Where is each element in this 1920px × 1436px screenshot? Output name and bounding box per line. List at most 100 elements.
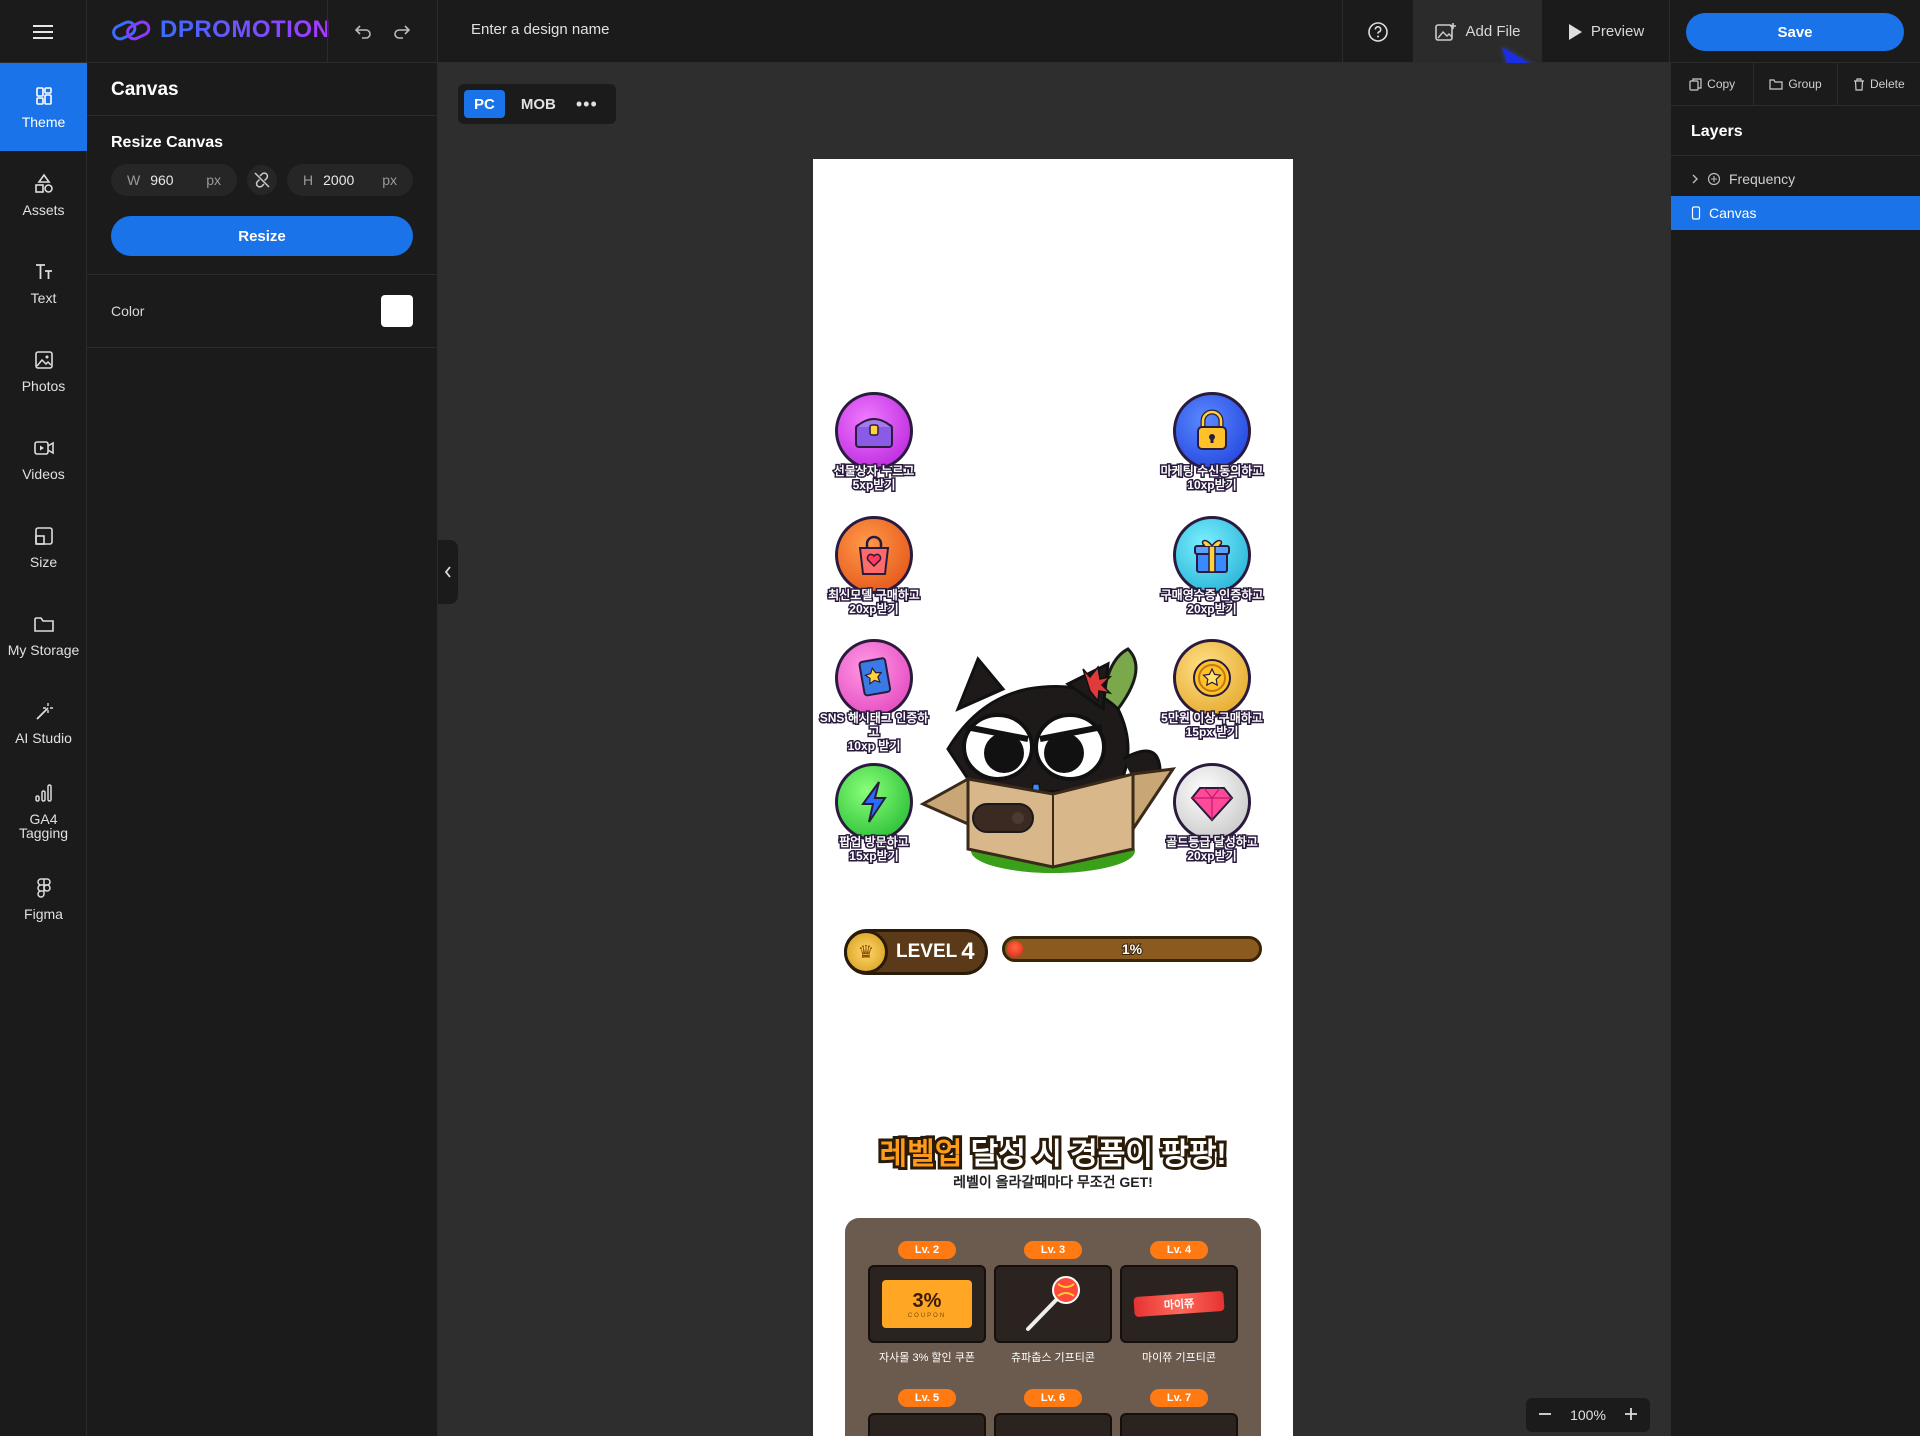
rail-item-assets[interactable]: Assets [0, 151, 87, 239]
color-row: Color [111, 293, 413, 329]
copy-icon [1689, 77, 1702, 91]
prize-item[interactable]: Lv. 6 [994, 1389, 1112, 1436]
plus-icon [1625, 1407, 1637, 1420]
prize-item[interactable]: Lv. 3 츄파춥스 기프티콘 [994, 1241, 1112, 1365]
level-label: LEVEL [896, 941, 958, 962]
resize-button[interactable]: Resize [111, 216, 413, 256]
prize-card [868, 1413, 986, 1436]
cat-in-box-illustration [919, 647, 1177, 873]
reward-caption-line: 5xp받기 [851, 477, 897, 494]
delete-button[interactable]: Delete [1838, 63, 1920, 105]
rail-label: Figma [24, 906, 63, 922]
design-name-input[interactable]: Enter a design name [471, 21, 609, 38]
color-swatch[interactable] [381, 295, 413, 327]
reward-item[interactable]: 팝업 방문하고 15xp받기 [819, 763, 929, 865]
reward-item[interactable]: 구매영수증 인증하고 20xp받기 [1157, 516, 1267, 618]
prize-item[interactable]: Lv. 4 마이쮸 마이쮸 기프티콘 [1120, 1241, 1238, 1365]
group-button[interactable]: Group [1754, 63, 1838, 105]
prize-level-badge: Lv. 3 [1024, 1241, 1082, 1259]
zoom-level[interactable]: 100% [1570, 1407, 1606, 1423]
size-icon [34, 527, 53, 545]
rail-item-text[interactable]: Text [0, 239, 87, 327]
divider [437, 0, 438, 63]
rail-item-size[interactable]: Size [0, 503, 87, 591]
prize-card [994, 1265, 1112, 1343]
zoom-out-button[interactable] [1538, 1407, 1552, 1424]
rail-label: Theme [21, 114, 66, 130]
design-canvas[interactable]: 선물상자 누르고 5xp받기 최신모델 구매하고 20xp받기 SNS 해시태그 인… [813, 159, 1293, 1436]
play-icon [1568, 23, 1582, 40]
properties-panel: Canvas Resize Canvas W 960 px H 2000 px … [87, 63, 438, 1436]
zoom-in-button[interactable] [1624, 1407, 1638, 1424]
reward-caption: 선물상자 누르고 5xp받기 [819, 463, 929, 494]
reward-caption-line: 20xp받기 [1186, 601, 1238, 618]
rail-item-theme[interactable]: Theme [0, 63, 87, 151]
reward-item[interactable]: 최신모델 구매하고 20xp받기 [819, 516, 929, 618]
headline-highlight: 레벨업 [877, 1135, 966, 1174]
prize-item[interactable]: Lv. 2 3% COUPON 자사몰 3% 할인 쿠폰 [868, 1241, 986, 1365]
undo-button[interactable] [349, 18, 377, 46]
size-row: W 960 px H 2000 px [111, 164, 413, 196]
reward-item[interactable]: 마케팅 수신동의하고 10xp받기 [1157, 392, 1267, 494]
reward-caption: 마케팅 수신동의하고 10xp받기 [1157, 463, 1267, 494]
level-progress-bar: 1% [1002, 936, 1262, 962]
crown-icon: ♛ [844, 930, 888, 974]
prize-card [1120, 1413, 1238, 1436]
folder-icon [1769, 79, 1783, 90]
menu-button[interactable] [0, 0, 87, 63]
layer-item-canvas[interactable]: Canvas [1671, 196, 1920, 230]
section-title: Resize Canvas [111, 134, 224, 151]
height-field[interactable]: H 2000 px [287, 164, 413, 196]
width-field[interactable]: W 960 px [111, 164, 237, 196]
analytics-icon [34, 784, 52, 802]
reward-caption: SNS 해시태그 인증하고 10xp 받기 [818, 710, 930, 755]
zoom-control: 100% [1526, 1398, 1650, 1432]
logo[interactable]: DPROMOTION [110, 16, 330, 44]
rail-item-figma[interactable]: Figma [0, 855, 87, 943]
levelup-headline: 레벨업 달성 시 경품이 팡팡! [813, 1129, 1293, 1174]
prize-card: 마이쮸 [1120, 1265, 1238, 1343]
help-button[interactable] [1342, 0, 1414, 63]
prize-level-badge: Lv. 2 [898, 1241, 956, 1259]
folder-icon [33, 617, 54, 632]
redo-button[interactable] [388, 18, 416, 46]
videos-icon [33, 441, 54, 455]
reward-caption-line: 10xp 받기 [846, 738, 902, 755]
treasure-chest-icon [835, 392, 913, 470]
prize-item[interactable]: Lv. 7 [1120, 1389, 1238, 1436]
preview-button[interactable]: Preview [1542, 0, 1670, 63]
delete-label: Delete [1869, 77, 1905, 91]
more-options-icon[interactable]: ••• [576, 94, 598, 115]
logo-icon [112, 20, 151, 41]
rail-item-my-storage[interactable]: My Storage [0, 591, 87, 679]
layer-item-frequency[interactable]: Frequency [1671, 162, 1920, 196]
rail-label: GA4 Tagging [18, 811, 69, 841]
save-button[interactable]: Save [1686, 13, 1904, 51]
text-icon [35, 264, 52, 279]
aspect-lock-button[interactable] [247, 165, 277, 195]
collapse-panel-button[interactable] [438, 540, 458, 604]
reward-item[interactable]: SNS 해시태그 인증하고 10xp 받기 [818, 639, 930, 755]
rail-item-ga4-tagging[interactable]: GA4 Tagging [0, 767, 87, 855]
device-pc-button[interactable]: PC [464, 90, 505, 118]
left-rail: Theme Assets Text Photos Videos Size My … [0, 63, 87, 1436]
reward-caption-line: 최신모델 구매하고 [827, 587, 922, 604]
reward-item[interactable]: 선물상자 누르고 5xp받기 [819, 392, 929, 494]
width-label: W [127, 172, 141, 188]
unlink-icon [254, 172, 270, 188]
levelup-subline: 레벨이 올라갈때마다 무조건 GET! [953, 1174, 1153, 1190]
prize-item[interactable]: Lv. 5 [868, 1389, 986, 1436]
color-label: Color [111, 303, 145, 319]
height-value[interactable]: 2000 [323, 172, 382, 188]
rail-item-ai-studio[interactable]: AI Studio [0, 679, 87, 767]
reward-caption-line: 구매영수증 인증하고 [1159, 587, 1265, 604]
device-mob-button[interactable]: MOB [511, 90, 566, 118]
rail-item-videos[interactable]: Videos [0, 415, 87, 503]
coupon-value: 3% [912, 1289, 942, 1312]
width-value[interactable]: 960 [150, 172, 206, 188]
rail-label: My Storage [7, 642, 80, 658]
trash-icon [1853, 77, 1864, 91]
rail-item-photos[interactable]: Photos [0, 327, 87, 415]
copy-button[interactable]: Copy [1671, 63, 1755, 105]
lollipop-icon [1026, 1276, 1080, 1331]
